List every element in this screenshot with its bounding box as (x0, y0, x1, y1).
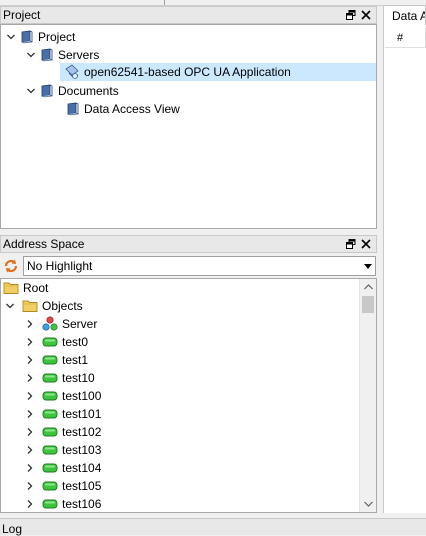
tree-item-label: Root (23, 281, 49, 295)
tree-item-label: Documents (58, 84, 119, 98)
tree-item-label: Server (62, 317, 98, 331)
tree-item-label: test0 (62, 335, 89, 349)
chevron-down-icon[interactable] (3, 297, 17, 315)
log-panel-header[interactable]: Log (0, 518, 426, 536)
tree-item-variable[interactable]: test105 (23, 477, 101, 495)
tree-item-variable[interactable]: test101 (23, 405, 101, 423)
tree-item-server[interactable]: Server (23, 315, 97, 333)
tree-item-label: Project (38, 30, 76, 44)
variable-icon (42, 442, 58, 458)
scrollbar-thumb[interactable] (362, 296, 374, 313)
variable-icon (42, 424, 58, 440)
float-panel-icon[interactable] (345, 9, 357, 21)
tree-item-documents[interactable]: Documents (24, 82, 119, 100)
tree-item-servers[interactable]: Servers (24, 46, 99, 64)
variable-icon (42, 370, 58, 386)
tree-item-root[interactable]: Root (3, 279, 48, 297)
chevron-right-icon[interactable] (23, 459, 37, 477)
variable-icon (42, 406, 58, 422)
address-space-panel-header: Address Space (0, 235, 377, 253)
scroll-up-icon[interactable] (360, 279, 376, 295)
chevron-down-icon[interactable] (4, 28, 18, 46)
tree-item-objects[interactable]: Objects (3, 297, 83, 315)
project-panel-title: Project (3, 8, 41, 22)
chevron-right-icon[interactable] (23, 441, 37, 459)
chevron-right-icon[interactable] (23, 315, 37, 333)
tree-item-label: Objects (42, 299, 83, 313)
tree-item-label: test106 (62, 497, 102, 511)
highlight-select-value: No Highlight (27, 259, 93, 273)
address-space-scrollbar[interactable] (359, 279, 376, 512)
tree-item-label: test103 (62, 443, 102, 457)
variable-icon (42, 460, 58, 476)
book-icon (64, 101, 80, 117)
chevron-down-icon[interactable] (24, 46, 38, 64)
book-icon (18, 29, 34, 45)
book-icon (38, 47, 54, 63)
chevron-right-icon[interactable] (23, 369, 37, 387)
tree-item-label: test105 (62, 479, 102, 493)
tree-item-variable[interactable]: test1 (23, 351, 88, 369)
variable-icon (42, 496, 58, 512)
book-icon (38, 83, 54, 99)
folder-icon (3, 280, 19, 296)
variable-icon (42, 478, 58, 494)
server-object-icon (42, 316, 58, 332)
refresh-icon[interactable] (3, 258, 19, 274)
tree-item-label: Data Access View (84, 102, 180, 116)
column-header-number[interactable]: # (385, 28, 426, 48)
tree-item-variable[interactable]: test10 (23, 369, 95, 387)
chevron-right-icon[interactable] (23, 423, 37, 441)
tree-item-label: test10 (62, 371, 95, 385)
chevron-down-icon[interactable] (24, 82, 38, 100)
tree-item-label: test100 (62, 389, 102, 403)
tree-item-variable[interactable]: test100 (23, 387, 101, 405)
tree-item-opc-server[interactable]: open62541-based OPC UA Application (60, 63, 376, 81)
variable-icon (42, 334, 58, 350)
tree-item-label: test1 (62, 353, 89, 367)
tree-item-label: test102 (62, 425, 102, 439)
tree-item-data-access-view[interactable]: Data Access View (64, 100, 180, 118)
chevron-right-icon[interactable] (23, 333, 37, 351)
chevron-right-icon[interactable] (23, 495, 37, 513)
tree-item-variable[interactable]: test0 (23, 333, 88, 351)
highlight-select[interactable]: No Highlight (23, 256, 376, 276)
tree-item-label: test101 (62, 407, 102, 421)
variable-icon (42, 388, 58, 404)
scroll-down-icon[interactable] (360, 496, 376, 512)
data-access-panel (383, 25, 426, 513)
chevron-right-icon[interactable] (23, 351, 37, 369)
tree-item-variable[interactable]: test102 (23, 423, 101, 441)
tree-item-variable[interactable]: test103 (23, 441, 101, 459)
tree-item-label: open62541-based OPC UA Application (84, 65, 291, 79)
server-connection-icon (64, 64, 80, 80)
address-space-panel-title: Address Space (3, 237, 85, 251)
tab-data-access[interactable]: Data A (383, 5, 426, 25)
close-panel-icon[interactable] (360, 9, 372, 21)
tree-item-variable[interactable]: test104 (23, 459, 101, 477)
folder-icon (22, 298, 38, 314)
chevron-right-icon[interactable] (23, 405, 37, 423)
chevron-right-icon[interactable] (23, 387, 37, 405)
tree-item-variable[interactable]: test106 (23, 495, 101, 513)
tree-item-label: Servers (58, 48, 100, 62)
close-panel-icon[interactable] (360, 238, 372, 250)
variable-icon (42, 352, 58, 368)
chevron-down-icon[interactable] (361, 263, 375, 269)
chevron-right-icon[interactable] (23, 477, 37, 495)
tree-item-label: test104 (62, 461, 102, 475)
project-panel-header: Project (0, 6, 377, 24)
float-panel-icon[interactable] (345, 238, 357, 250)
tree-item-project[interactable]: Project (4, 28, 75, 46)
